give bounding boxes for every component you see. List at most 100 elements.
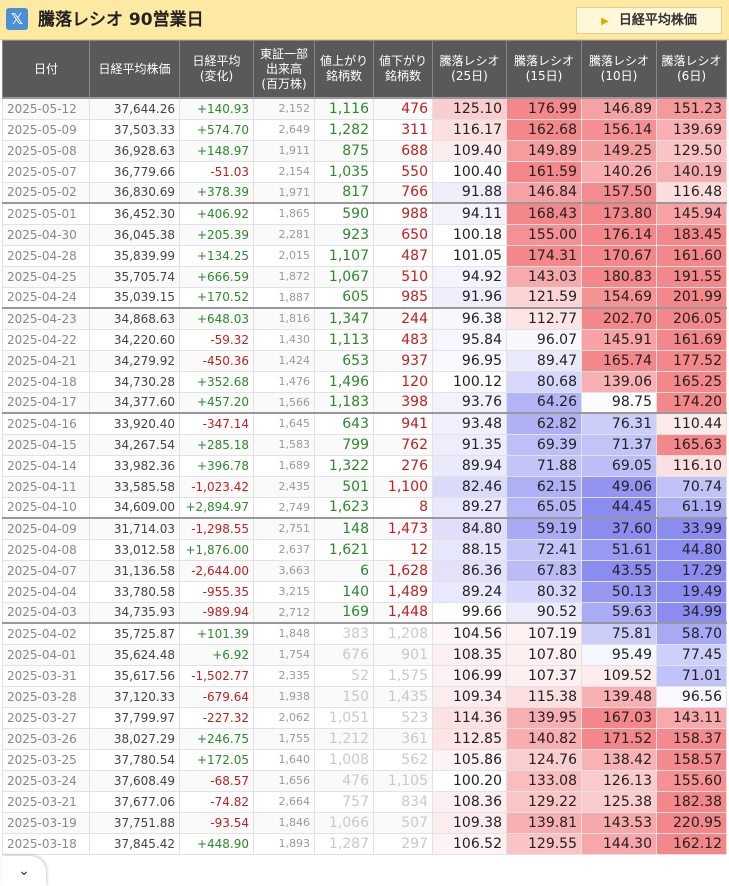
volume-cell: 2,435 bbox=[253, 475, 315, 498]
change-cell: -51.03 bbox=[179, 160, 254, 183]
ratio-15-cell: 121.59 bbox=[506, 286, 582, 309]
ratio-6-cell: 165.25 bbox=[656, 370, 727, 393]
ratio-6-cell: 110.44 bbox=[656, 412, 727, 435]
date-cell: 2025-04-02 bbox=[2, 622, 90, 645]
ratio-6-cell: 139.69 bbox=[656, 118, 727, 141]
close-cell: 34,220.60 bbox=[89, 328, 180, 351]
close-cell: 37,780.54 bbox=[89, 748, 180, 771]
close-cell: 37,120.33 bbox=[89, 685, 180, 708]
ratio-6-cell: 158.57 bbox=[656, 748, 727, 771]
advancers-cell: 140 bbox=[314, 580, 374, 603]
ratio-6-cell: 183.45 bbox=[656, 223, 727, 246]
ratio-10-cell: 171.52 bbox=[581, 727, 657, 750]
close-cell: 34,377.60 bbox=[89, 391, 180, 414]
ratio-6-cell: 116.48 bbox=[656, 181, 727, 204]
ratio-15-cell: 62.15 bbox=[506, 475, 582, 498]
advancers-cell: 1,623 bbox=[314, 496, 374, 519]
advancers-cell: 757 bbox=[314, 790, 374, 813]
table-row: 2025-03-19 37,751.88 -93.54 1,846 1,066 507 10… bbox=[2, 811, 727, 834]
ratio-10-cell: 156.14 bbox=[581, 118, 657, 141]
change-cell: -1,502.77 bbox=[179, 664, 254, 687]
volume-cell: 2,751 bbox=[253, 517, 315, 540]
ratio-15-cell: 89.47 bbox=[506, 349, 582, 372]
table-row: 2025-05-01 36,452.30 +406.92 1,865 590 988 94.… bbox=[2, 202, 727, 225]
ratio-25-cell: 89.27 bbox=[432, 496, 507, 519]
advancers-cell: 1,496 bbox=[314, 370, 374, 393]
app-header: 𝕏 騰落レシオ 90営業日 ▶ 日経平均株価 bbox=[0, 0, 729, 40]
scroll-down-button[interactable]: ⌄ bbox=[2, 856, 46, 886]
ratio-25-cell: 88.15 bbox=[432, 538, 507, 561]
decliners-cell: 487 bbox=[373, 244, 433, 267]
ratio-10-cell: 51.61 bbox=[581, 538, 657, 561]
decliners-cell: 311 bbox=[373, 118, 433, 141]
ratio-10-cell: 144.30 bbox=[581, 832, 657, 855]
decliners-cell: 120 bbox=[373, 370, 433, 393]
ratio-10-cell: 140.26 bbox=[581, 160, 657, 183]
volume-cell: 2,649 bbox=[253, 118, 315, 141]
advancers-cell: 643 bbox=[314, 412, 374, 435]
change-cell: +205.39 bbox=[179, 223, 254, 246]
advancers-cell: 1,116 bbox=[314, 97, 374, 120]
ratio-25-cell: 94.92 bbox=[432, 265, 507, 288]
date-cell: 2025-03-25 bbox=[2, 748, 90, 771]
volume-cell: 1,938 bbox=[253, 685, 315, 708]
volume-cell: 1,911 bbox=[253, 139, 315, 162]
volume-cell: 1,755 bbox=[253, 727, 315, 750]
change-cell: +172.05 bbox=[179, 748, 254, 771]
ratio-6-cell: 165.63 bbox=[656, 433, 727, 456]
close-cell: 34,730.28 bbox=[89, 370, 180, 393]
change-cell: +448.90 bbox=[179, 832, 254, 855]
date-cell: 2025-04-04 bbox=[2, 580, 90, 603]
date-cell: 2025-04-21 bbox=[2, 349, 90, 372]
table-row: 2025-03-18 37,845.42 +448.90 1,893 1,287 297 1… bbox=[2, 832, 727, 855]
ratio-15-cell: 124.76 bbox=[506, 748, 582, 771]
close-cell: 34,868.63 bbox=[89, 307, 180, 330]
date-cell: 2025-03-31 bbox=[2, 664, 90, 687]
ratio-15-cell: 140.82 bbox=[506, 727, 582, 750]
ratio-25-cell: 96.95 bbox=[432, 349, 507, 372]
advancers-cell: 52 bbox=[314, 664, 374, 687]
column-header: 東証一部 出来高 (百万株) bbox=[253, 40, 315, 99]
page-title: 騰落レシオ 90営業日 bbox=[38, 10, 204, 30]
table-row: 2025-05-08 36,928.63 +148.97 1,911 875 688 109… bbox=[2, 139, 727, 162]
ratio-10-cell: 138.42 bbox=[581, 748, 657, 771]
column-header: 日経平均 (変化) bbox=[179, 40, 254, 99]
date-cell: 2025-04-11 bbox=[2, 475, 90, 498]
ratio-25-cell: 108.35 bbox=[432, 643, 507, 666]
x-logo-icon[interactable]: 𝕏 bbox=[6, 8, 28, 30]
ratio-10-cell: 37.60 bbox=[581, 517, 657, 540]
ratio-10-cell: 71.37 bbox=[581, 433, 657, 456]
ratio-10-cell: 176.14 bbox=[581, 223, 657, 246]
ratio-15-cell: 112.77 bbox=[506, 307, 582, 330]
ratio-6-cell: 177.52 bbox=[656, 349, 727, 372]
ratio-15-cell: 161.59 bbox=[506, 160, 582, 183]
decliners-cell: 507 bbox=[373, 811, 433, 834]
ratio-25-cell: 104.56 bbox=[432, 622, 507, 645]
volume-cell: 1,865 bbox=[253, 202, 315, 225]
advancers-cell: 1,287 bbox=[314, 832, 374, 855]
date-cell: 2025-04-01 bbox=[2, 643, 90, 666]
close-cell: 34,609.00 bbox=[89, 496, 180, 519]
close-cell: 37,503.33 bbox=[89, 118, 180, 141]
nikkei-toggle-button[interactable]: ▶ 日経平均株価 bbox=[576, 7, 722, 34]
date-cell: 2025-04-10 bbox=[2, 496, 90, 519]
date-cell: 2025-04-03 bbox=[2, 601, 90, 624]
table-row: 2025-04-18 34,730.28 +352.68 1,476 1,496 120 1… bbox=[2, 370, 727, 393]
volume-cell: 2,154 bbox=[253, 160, 315, 183]
volume-cell: 2,015 bbox=[253, 244, 315, 267]
close-cell: 35,039.15 bbox=[89, 286, 180, 309]
table-header-row: 日付 日経平均株価 日経平均 (変化) 東証一部 出来高 (百万株) 値上がり 銘柄数 値下がり銘… bbox=[2, 40, 727, 99]
decliners-cell: 1,105 bbox=[373, 769, 433, 792]
ratio-10-cell: 59.63 bbox=[581, 601, 657, 624]
column-header: 値上がり 銘柄数 bbox=[314, 40, 374, 99]
table-row: 2025-04-02 35,725.87 +101.39 1,848 383 1,208 1… bbox=[2, 622, 727, 645]
ratio-25-cell: 109.34 bbox=[432, 685, 507, 708]
table-row: 2025-04-30 36,045.38 +205.39 2,281 923 650 100… bbox=[2, 223, 727, 246]
decliners-cell: 562 bbox=[373, 748, 433, 771]
decliners-cell: 937 bbox=[373, 349, 433, 372]
change-cell: -347.14 bbox=[179, 412, 254, 435]
change-cell: +2,894.97 bbox=[179, 496, 254, 519]
volume-cell: 1,689 bbox=[253, 454, 315, 477]
ratio-15-cell: 129.55 bbox=[506, 832, 582, 855]
close-cell: 37,799.97 bbox=[89, 706, 180, 729]
